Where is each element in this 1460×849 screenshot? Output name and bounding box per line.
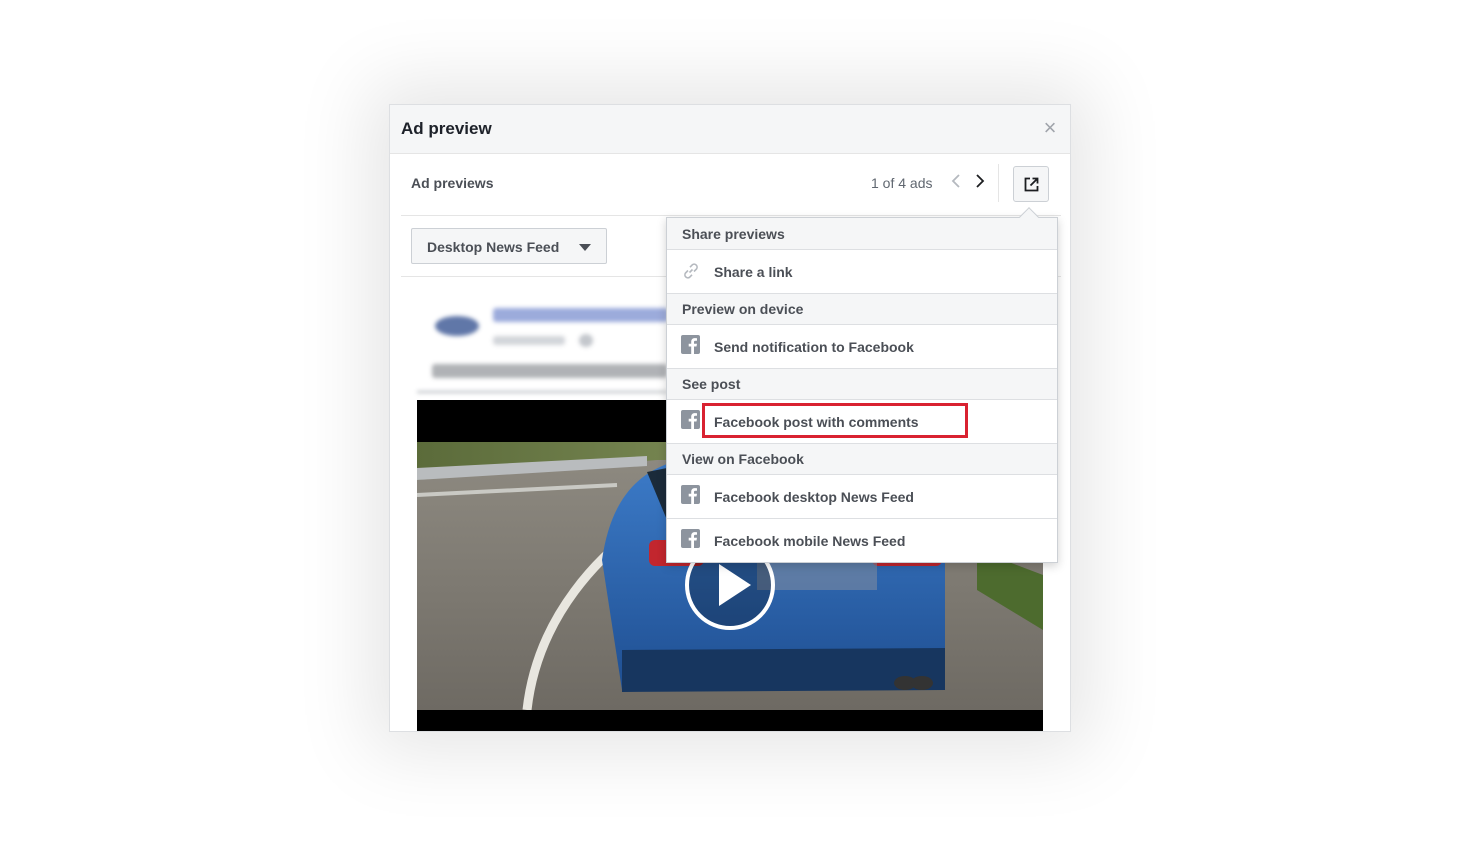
menu-item-post-with-comments[interactable]: Facebook post with comments	[667, 400, 1057, 444]
menu-item-label: Share a link	[714, 264, 793, 280]
menu-item-label: Facebook desktop News Feed	[714, 489, 914, 505]
share-preview-button[interactable]	[1013, 166, 1049, 202]
close-icon[interactable]: ×	[1042, 117, 1058, 139]
chevron-left-icon[interactable]	[949, 168, 965, 194]
section-title: Share previews	[682, 226, 785, 242]
menu-item-label: Send notification to Facebook	[714, 339, 914, 355]
link-icon	[684, 263, 698, 279]
section-preview-on-device: Preview on device	[667, 294, 1057, 325]
menu-item-mobile-news-feed[interactable]: Facebook mobile News Feed	[667, 519, 1057, 562]
section-share-previews: Share previews	[667, 218, 1057, 250]
section-title: Preview on device	[682, 301, 804, 317]
menu-item-desktop-news-feed[interactable]: Facebook desktop News Feed	[667, 475, 1057, 519]
page-logo	[435, 316, 479, 336]
facebook-icon	[681, 485, 700, 504]
menu-item-label: Facebook post with comments	[714, 414, 919, 430]
divider	[998, 164, 999, 202]
ad-previews-bar: Ad previews 1 of 4 ads	[401, 154, 1061, 216]
facebook-icon	[681, 335, 700, 354]
ad-post-header-blurred	[417, 288, 668, 394]
placement-dropdown[interactable]: Desktop News Feed	[411, 228, 607, 264]
placement-selected: Desktop News Feed	[427, 239, 560, 255]
dialog-title: Ad preview	[401, 119, 492, 138]
share-previews-menu: Share previews Share a link Preview on d…	[666, 207, 1058, 563]
menu-item-send-notification[interactable]: Send notification to Facebook	[667, 325, 1057, 369]
section-title: See post	[682, 376, 741, 392]
dialog-header: Ad preview ×	[390, 105, 1070, 154]
caret-down-icon	[579, 244, 591, 251]
menu-item-label: Facebook mobile News Feed	[714, 533, 906, 549]
post-text-blurred	[432, 364, 667, 378]
menu-item-share-link[interactable]: Share a link	[667, 250, 1057, 294]
sponsored-label-blurred	[493, 336, 565, 345]
ad-previews-label: Ad previews	[411, 175, 494, 191]
divider	[417, 391, 667, 393]
chevron-right-icon[interactable]	[971, 168, 987, 194]
section-see-post: See post	[667, 369, 1057, 400]
facebook-icon	[681, 529, 700, 548]
external-share-icon	[1024, 177, 1039, 192]
globe-icon	[579, 334, 593, 347]
section-view-on-facebook: View on Facebook	[667, 444, 1057, 475]
facebook-icon	[681, 410, 700, 429]
section-title: View on Facebook	[682, 451, 804, 467]
ad-count: 1 of 4 ads	[871, 175, 933, 191]
page-name-blurred	[493, 308, 668, 322]
